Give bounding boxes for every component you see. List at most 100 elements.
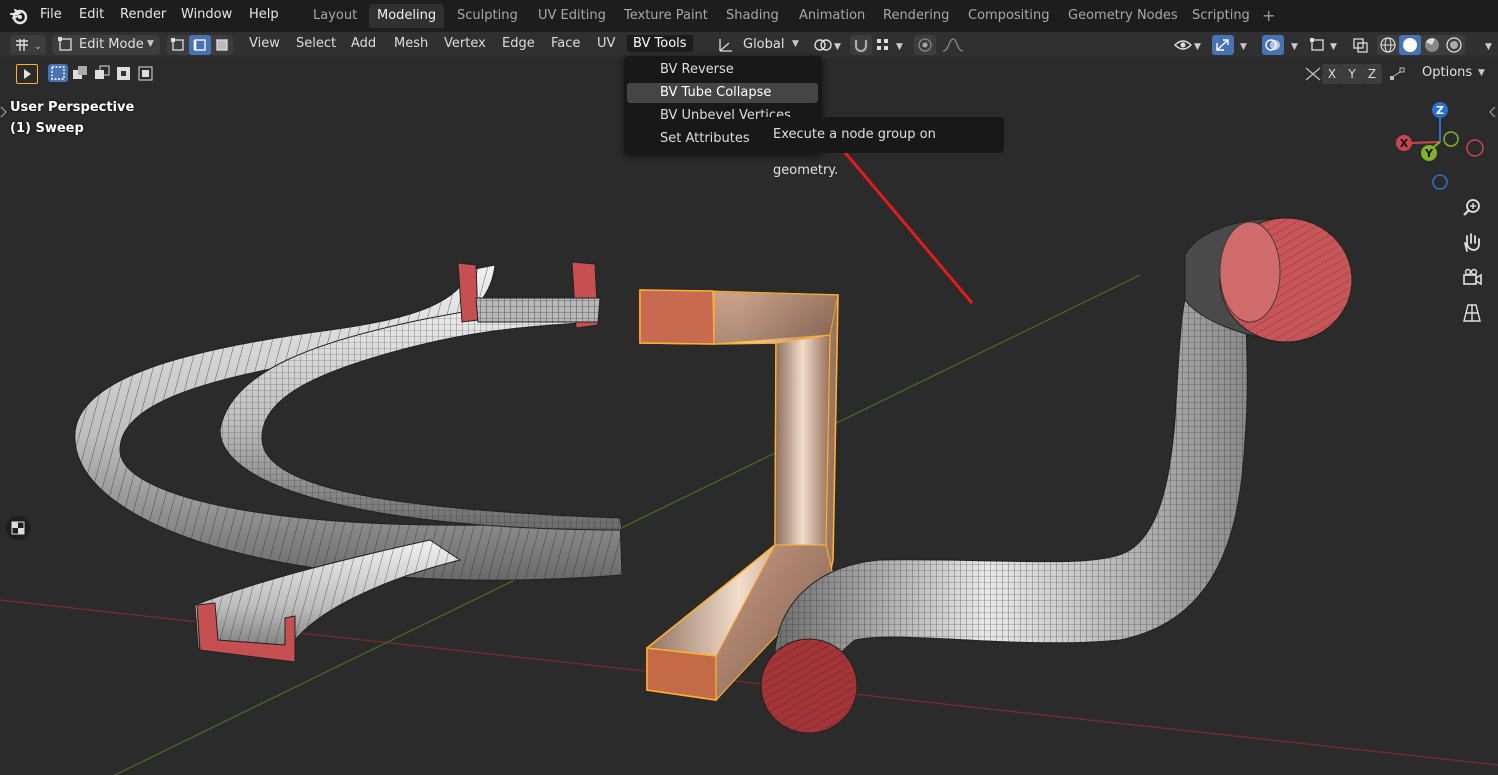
vertex-select-button[interactable] bbox=[167, 35, 189, 55]
menu-mesh[interactable]: Mesh bbox=[394, 36, 428, 51]
menu-edit[interactable]: Edit bbox=[79, 7, 104, 22]
menu-item-bv-reverse[interactable]: BV Reverse bbox=[627, 60, 818, 80]
mirror-z-button[interactable]: Z bbox=[1362, 64, 1382, 84]
tab-sculpting[interactable]: Sculpting bbox=[449, 4, 526, 28]
tab-modeling[interactable]: Modeling bbox=[369, 4, 445, 28]
tab-layout[interactable]: Layout bbox=[305, 4, 365, 28]
menu-add[interactable]: Add bbox=[351, 36, 376, 51]
chevron-down-icon[interactable]: ▼ bbox=[1291, 42, 1298, 52]
blender-logo-icon[interactable] bbox=[10, 7, 28, 25]
wireframe-sphere-icon bbox=[1380, 37, 1396, 53]
solid-sphere-icon bbox=[1403, 38, 1417, 52]
snap-toggle[interactable] bbox=[850, 35, 872, 55]
xray-toggle[interactable] bbox=[1350, 35, 1372, 55]
toolbar-expand-icon[interactable] bbox=[0, 106, 8, 118]
topology-mirror-toggle[interactable] bbox=[1386, 64, 1408, 84]
wireframe-shading-button[interactable] bbox=[1377, 35, 1399, 55]
menu-window[interactable]: Window bbox=[181, 7, 232, 22]
menu-item-bv-tube-collapse[interactable]: BV Tube Collapse bbox=[627, 83, 818, 103]
mirror-y-button[interactable]: Y bbox=[1342, 64, 1362, 84]
tab-animation[interactable]: Animation bbox=[791, 4, 873, 28]
link-pivot-icon: ▼ bbox=[814, 39, 841, 52]
tool-settings-toggle[interactable] bbox=[6, 516, 30, 540]
cursor-arrow-icon bbox=[24, 69, 31, 79]
mesh-overlay-select[interactable]: ▼ bbox=[1308, 35, 1342, 55]
tab-uv-editing[interactable]: UV Editing bbox=[530, 4, 614, 28]
transform-orientation-select[interactable]: Global ▼ bbox=[716, 35, 804, 55]
tab-scripting[interactable]: Scripting bbox=[1184, 4, 1258, 28]
menu-view[interactable]: View bbox=[249, 36, 280, 51]
gizmo-neg-y-axis[interactable] bbox=[1443, 131, 1459, 147]
chevron-down-icon[interactable]: ▼ bbox=[1485, 42, 1492, 52]
editor-type-button[interactable]: ⌄ bbox=[10, 35, 46, 55]
material-shading-button[interactable] bbox=[1421, 35, 1443, 55]
menu-face[interactable]: Face bbox=[551, 36, 580, 51]
menu-help[interactable]: Help bbox=[249, 7, 279, 22]
pan-button[interactable] bbox=[1460, 231, 1484, 255]
perspective-toggle-button[interactable] bbox=[1460, 301, 1484, 325]
svg-text:⌄: ⌄ bbox=[34, 42, 42, 52]
menu-select[interactable]: Select bbox=[296, 36, 336, 51]
eye-icon: ▼ bbox=[1174, 40, 1201, 52]
menu-edge[interactable]: Edge bbox=[502, 36, 535, 51]
falloff-select[interactable] bbox=[940, 35, 974, 55]
menu-file[interactable]: File bbox=[40, 7, 62, 22]
tab-geometry-nodes[interactable]: Geometry Nodes bbox=[1060, 4, 1186, 28]
select-intersect-icon bbox=[138, 66, 153, 81]
zoom-button[interactable] bbox=[1460, 196, 1484, 220]
menu-vertex[interactable]: Vertex bbox=[444, 36, 486, 51]
pivot-point-button[interactable]: ▼ bbox=[812, 35, 844, 55]
3d-viewport[interactable]: Z X Y User Perspective (1) Sweep bbox=[0, 58, 1498, 775]
select-invert-icon bbox=[117, 67, 130, 80]
gizmo-neg-x-axis[interactable] bbox=[1466, 139, 1484, 157]
mode-label: Edit Mode bbox=[79, 37, 144, 52]
select-tool-button[interactable] bbox=[16, 64, 38, 84]
mirror-toggle[interactable] bbox=[1302, 64, 1324, 84]
sidebar-expand-icon[interactable] bbox=[1489, 106, 1497, 118]
hand-icon bbox=[1464, 233, 1480, 252]
chevron-down-icon[interactable]: ▼ bbox=[1240, 42, 1247, 52]
mirror-x-button[interactable]: X bbox=[1322, 64, 1342, 84]
visibility-select[interactable]: ▼ bbox=[1172, 35, 1206, 55]
gizmo-y-label: Y bbox=[1424, 147, 1434, 160]
tab-rendering[interactable]: Rendering bbox=[875, 4, 957, 28]
svg-text:▼: ▼ bbox=[896, 42, 903, 52]
gizmo-neg-z-axis[interactable] bbox=[1432, 174, 1448, 190]
perspective-label: User Perspective bbox=[10, 100, 135, 115]
snap-target-select[interactable]: ▼ bbox=[874, 35, 908, 55]
select-new-icon bbox=[51, 66, 65, 80]
menu-bv-tools[interactable]: BV Tools bbox=[627, 35, 693, 52]
select-intersect-button[interactable] bbox=[136, 64, 156, 82]
mode-select[interactable]: Edit Mode ▼ bbox=[52, 35, 160, 55]
gizmo-z-label: Z bbox=[1436, 104, 1444, 117]
camera-view-button[interactable] bbox=[1460, 266, 1484, 290]
edit-mode-icon bbox=[58, 37, 72, 51]
orientation-axis-icon bbox=[719, 39, 732, 52]
solid-shading-button[interactable] bbox=[1399, 35, 1421, 55]
select-subtract-button[interactable] bbox=[92, 64, 112, 82]
select-extend-button[interactable] bbox=[70, 64, 90, 82]
menu-uv[interactable]: UV bbox=[597, 36, 615, 51]
add-workspace-button[interactable]: + bbox=[1262, 6, 1275, 25]
tab-shading[interactable]: Shading bbox=[718, 4, 787, 28]
rendered-shading-button[interactable] bbox=[1443, 35, 1465, 55]
select-invert-button[interactable] bbox=[114, 64, 134, 82]
face-select-icon bbox=[216, 39, 228, 51]
gizmo-x-label: X bbox=[1400, 137, 1409, 150]
grid-perspective-icon bbox=[1463, 304, 1481, 322]
gizmo-toggle[interactable] bbox=[1212, 35, 1234, 55]
tab-texture-paint[interactable]: Texture Paint bbox=[616, 4, 716, 28]
menu-render[interactable]: Render bbox=[120, 7, 166, 22]
proportional-circle-icon bbox=[918, 38, 932, 52]
sweep-mesh-left bbox=[74, 261, 623, 663]
orientation-label: Global bbox=[743, 37, 785, 52]
gizmo-arrow-icon bbox=[1216, 39, 1229, 51]
tab-compositing[interactable]: Compositing bbox=[960, 4, 1058, 28]
options-dropdown[interactable]: Options ▼ bbox=[1412, 62, 1490, 84]
select-box-new-button[interactable] bbox=[48, 64, 68, 82]
overlay-toggle[interactable] bbox=[1262, 35, 1284, 55]
face-select-button[interactable] bbox=[211, 35, 233, 55]
xray-icon bbox=[1353, 38, 1368, 53]
edge-select-button[interactable] bbox=[189, 35, 211, 55]
proportional-edit-toggle[interactable] bbox=[914, 35, 936, 55]
